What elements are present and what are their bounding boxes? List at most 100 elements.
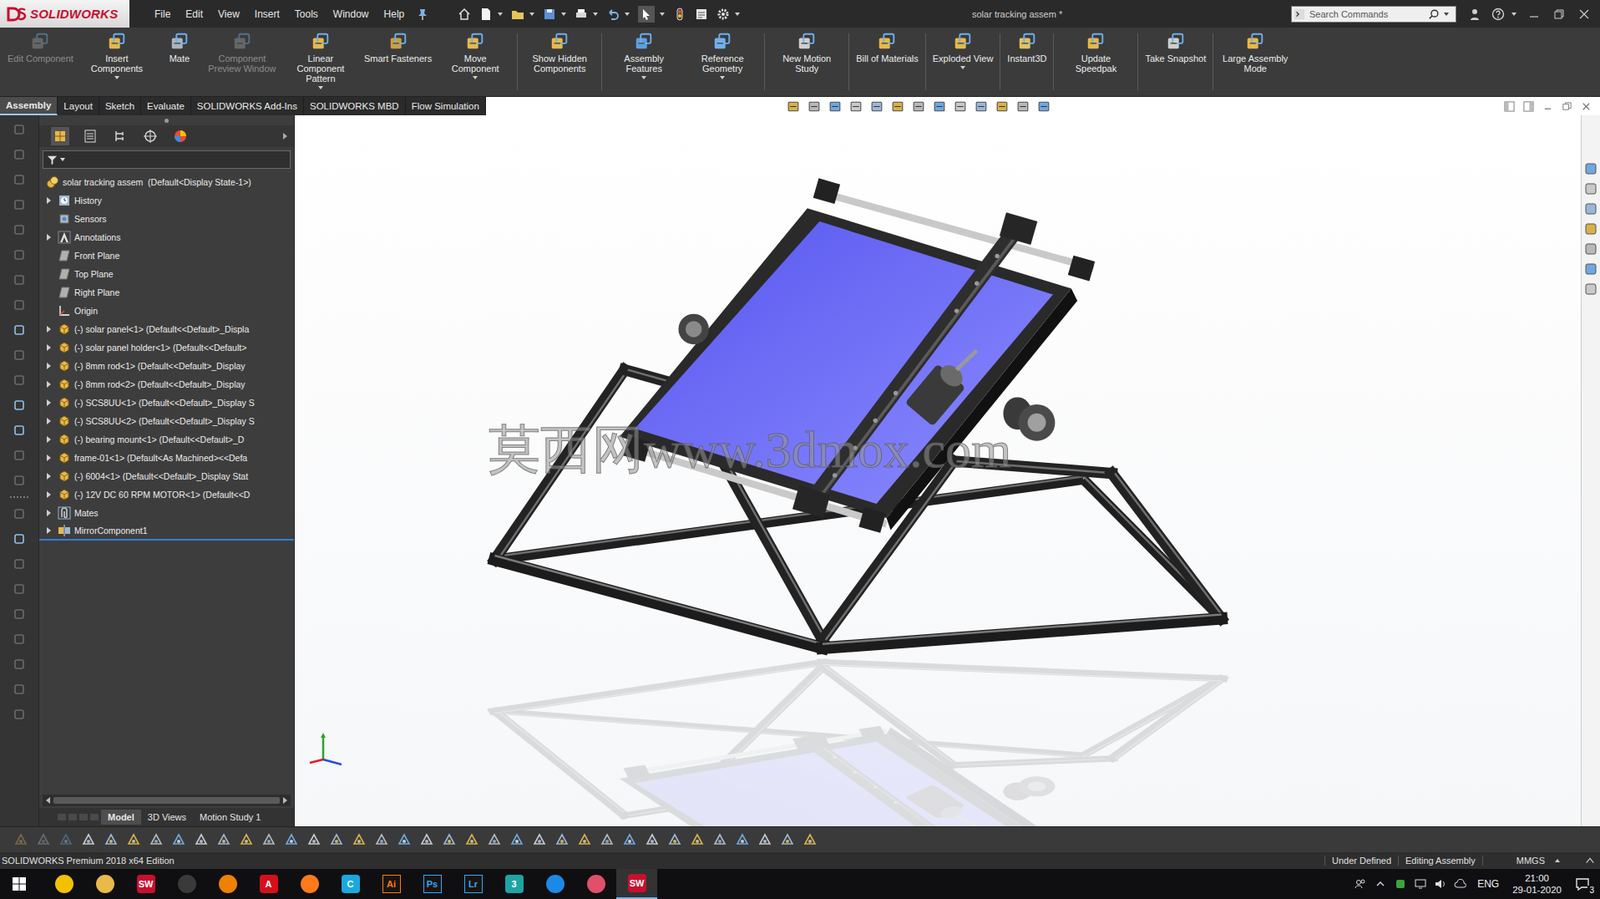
panel-tab[interactable]: Motion Study 1 (192, 809, 268, 825)
dropdown-caret-icon[interactable] (719, 75, 725, 80)
expand-arrow-icon[interactable] (42, 380, 55, 388)
toolbar-icon[interactable] (622, 831, 638, 847)
dropdown-caret-icon[interactable] (472, 75, 478, 80)
view-tool-icon[interactable] (870, 99, 885, 114)
expand-arrow-icon[interactable] (42, 417, 55, 425)
view-tool-icon[interactable] (786, 99, 801, 114)
propertymanager-icon[interactable] (81, 126, 100, 146)
taskbar-app[interactable]: C (329, 868, 371, 899)
dropdown-caret-icon[interactable] (114, 75, 120, 80)
task-pane-icon[interactable] (1584, 242, 1598, 256)
display-manager-icon[interactable] (171, 126, 190, 146)
tree-item[interactable]: (-) SCS8UU<1> (Default<<Default>_Display… (39, 393, 294, 412)
view-tool-icon[interactable] (932, 99, 947, 114)
search-commands[interactable]: Search Commands (1291, 5, 1457, 23)
caret-icon[interactable] (624, 12, 630, 16)
tree-item[interactable]: Origin (39, 301, 294, 320)
action-center[interactable]: 3 (1571, 872, 1594, 895)
ribbon-button[interactable]: Large Assembly Mode (1215, 30, 1295, 94)
close-icon[interactable] (1577, 7, 1591, 21)
taskbar-app[interactable]: SW (616, 868, 658, 899)
toolbar-icon[interactable] (577, 831, 593, 847)
toolbar-icon[interactable] (667, 831, 683, 847)
view-tool-icon[interactable] (995, 99, 1010, 114)
volume-icon[interactable] (1433, 876, 1448, 891)
graphics-area[interactable]: 莫西网www.3dmox.com (294, 115, 1581, 826)
expand-arrow-icon[interactable] (42, 344, 55, 351)
taskbar-app[interactable] (84, 868, 126, 899)
tab-nav-icon[interactable] (79, 813, 88, 821)
tree-item[interactable]: Front Plane (39, 246, 294, 265)
expand-arrow-icon[interactable] (42, 399, 55, 406)
dimxpert-icon[interactable] (141, 126, 160, 146)
caret-icon[interactable] (561, 12, 567, 16)
expand-arrow-icon[interactable] (42, 362, 55, 370)
dropdown-caret-icon[interactable] (318, 86, 324, 90)
scroll-thumb[interactable] (53, 796, 280, 804)
tree-filter[interactable] (42, 150, 291, 169)
cloud-icon[interactable] (1453, 876, 1468, 891)
clock[interactable]: 21:0029-01-2020 (1508, 871, 1565, 896)
toolbar-icon[interactable] (283, 831, 299, 847)
side-tool-icon[interactable] (10, 170, 29, 189)
menu-item[interactable]: Edit (178, 6, 210, 22)
toolbar-icon[interactable] (554, 831, 570, 847)
toolbar-icon[interactable] (802, 831, 818, 847)
caret-icon[interactable] (529, 12, 535, 16)
taskbar-app[interactable]: Lr (452, 868, 494, 899)
taskbar-app[interactable]: Ps (411, 868, 453, 899)
side-tool-icon[interactable] (10, 496, 29, 523)
menu-item[interactable]: Tools (288, 6, 325, 22)
taskbar-app[interactable] (534, 868, 576, 899)
people-icon[interactable] (1353, 876, 1368, 891)
panel-tab[interactable]: Model (101, 809, 142, 825)
tree-item[interactable]: frame-01<1> (Default<As Machined><<Defa (39, 448, 294, 467)
tree-item[interactable]: (-) bearing mount<1> (Default<<Default>_… (39, 430, 294, 449)
menu-item[interactable]: Insert (248, 6, 287, 22)
ribbon-button[interactable]: New Motion Study (767, 30, 846, 94)
ribbon-button[interactable]: Insert Components (77, 30, 157, 94)
toolbar-icon[interactable] (509, 831, 525, 847)
taskbar-app[interactable] (575, 868, 617, 899)
user-icon[interactable] (1468, 7, 1482, 21)
command-tab[interactable]: Flow Simulation (405, 96, 487, 116)
toolbar-icon[interactable] (689, 831, 705, 847)
ribbon-button[interactable]: Mate (156, 30, 203, 94)
app-tray-icon[interactable] (1393, 876, 1408, 891)
options-gear-icon[interactable] (716, 7, 730, 21)
taskbar-app[interactable] (288, 868, 330, 899)
side-tool-icon[interactable] (10, 654, 29, 674)
undo-icon[interactable] (606, 7, 620, 21)
toolbar-icon[interactable] (486, 831, 502, 847)
side-tool-icon[interactable] (10, 445, 29, 465)
taskbar-app[interactable] (207, 868, 249, 899)
caret-icon[interactable] (1443, 12, 1449, 16)
scroll-right-icon[interactable] (283, 796, 288, 804)
task-pane-icon[interactable] (1584, 222, 1598, 236)
configuration-manager-icon[interactable] (111, 126, 130, 146)
side-tool-icon[interactable] (10, 395, 29, 415)
side-tool-icon[interactable] (10, 579, 29, 598)
toolbar-icon[interactable] (531, 831, 547, 847)
new-document-icon[interactable] (479, 7, 493, 21)
doc-restore-icon[interactable] (1561, 101, 1573, 112)
caret-icon[interactable] (592, 12, 598, 16)
tile-right-icon[interactable] (1523, 101, 1535, 112)
toolbar-icon[interactable] (238, 831, 254, 847)
ribbon-button[interactable]: Edit Component (3, 30, 78, 94)
toolbar-icon[interactable] (171, 831, 187, 847)
caret-icon[interactable] (734, 12, 740, 16)
dropdown-caret-icon[interactable] (641, 75, 647, 80)
toolbar-icon[interactable] (148, 831, 164, 847)
panel-grip[interactable] (39, 115, 294, 126)
caret-icon[interactable] (659, 12, 665, 16)
view-tool-icon[interactable] (974, 99, 989, 114)
tree-item[interactable]: Top Plane (39, 264, 294, 284)
tree-item[interactable]: Mates (39, 503, 294, 522)
expand-arrow-icon[interactable] (42, 325, 55, 333)
expand-arrow-icon[interactable] (42, 435, 55, 443)
ribbon-button[interactable]: Assembly Features (604, 30, 684, 94)
tree-item[interactable]: History (39, 191, 294, 210)
featuremanager-icon[interactable] (50, 126, 70, 146)
toolbar-icon[interactable] (126, 831, 142, 847)
